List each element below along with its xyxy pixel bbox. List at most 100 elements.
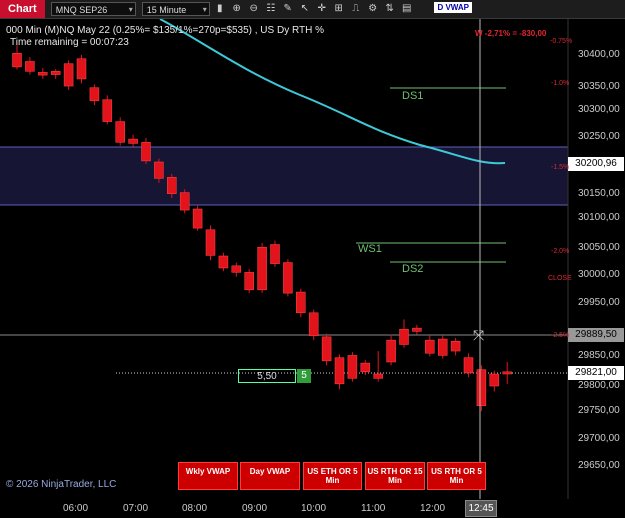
chart-info-line: 000 Min (M)NQ May 22 (0.25%= $135/1%=270…	[6, 25, 325, 36]
chart-tab[interactable]: Chart	[0, 0, 45, 18]
bars-icon[interactable]: ▮	[213, 2, 227, 16]
y-tick: 30400,00	[578, 49, 620, 60]
pct-label: CLOSE	[548, 275, 572, 282]
cursor-icon[interactable]: ↖	[298, 2, 312, 16]
us-rth-or-5-button[interactable]: US RTH OR 5 Min	[427, 462, 486, 490]
y-tick: 29800,00	[578, 380, 620, 391]
candle-body	[244, 272, 254, 291]
candle-body	[50, 71, 61, 75]
data-box-icon[interactable]: ▤	[400, 2, 414, 16]
candle-body	[270, 244, 280, 264]
y-tick: 29700,00	[578, 433, 620, 444]
y-tick: 30050,00	[578, 242, 620, 253]
candle-body	[360, 362, 371, 373]
position-value-box[interactable]: 5,50	[238, 369, 296, 383]
x-tick: 11:00	[361, 503, 386, 514]
chevron-down-icon: ▾	[128, 5, 133, 14]
candle-body	[115, 121, 125, 143]
vwap-price-tag: 30200,96	[568, 157, 624, 171]
pct-label: -1.0%	[551, 80, 570, 87]
candle-body	[308, 312, 319, 337]
candle-body	[283, 262, 293, 294]
candle-body	[463, 357, 474, 374]
instrument-selector[interactable]: MNQ SEP26 ▾	[50, 2, 136, 16]
day-vwap-button[interactable]: Day VWAP	[240, 462, 300, 490]
candle-body	[179, 192, 190, 211]
candle-body	[154, 161, 164, 179]
position-price-tag: 29889,50	[568, 328, 624, 342]
candle-body	[102, 99, 113, 122]
candle-body	[205, 229, 216, 256]
strategies-icon[interactable]: ⚙	[366, 2, 380, 16]
x-tick: 07:00	[123, 503, 149, 514]
price-chart[interactable]: ⤧	[0, 19, 625, 499]
candle-body	[38, 72, 48, 76]
templates-icon[interactable]: ⊞	[332, 2, 346, 16]
pct-label: -2.5%	[551, 332, 570, 339]
vwap-badge[interactable]: D VWAP	[434, 2, 472, 13]
candle-body	[399, 328, 409, 345]
indicators-icon[interactable]: ⎍	[349, 2, 363, 16]
y-tick: 29750,00	[578, 405, 620, 416]
candle-body	[141, 142, 151, 162]
chart-trader-icon[interactable]: ⇅	[383, 2, 397, 16]
x-tick: 10:00	[301, 503, 327, 514]
ds1-label: DS1	[402, 90, 424, 102]
candle-body	[128, 138, 138, 144]
candle-body	[437, 338, 448, 356]
pct-label: -0.75%	[550, 38, 573, 45]
pnl-readout: W -2,71% = -830,00	[475, 29, 547, 38]
crosshair-marker: ⤧	[473, 328, 484, 344]
x-tick: 12:00	[420, 503, 446, 514]
interval-value: 15 Minute	[146, 5, 187, 15]
zoom-out-icon[interactable]: ⊖	[247, 2, 261, 16]
properties-icon[interactable]: ☷	[264, 2, 278, 16]
draw-icon[interactable]: ✎	[281, 2, 295, 16]
pct-label: -2.0%	[551, 248, 570, 255]
interval-selector[interactable]: 15 Minute ▾	[141, 2, 210, 16]
y-tick: 29850,00	[578, 350, 620, 361]
candle-body	[218, 255, 229, 269]
value-area-band	[0, 147, 568, 205]
candle-body	[450, 340, 461, 352]
y-tick: 30300,00	[578, 104, 620, 115]
candle-body	[476, 369, 487, 406]
candle-body	[386, 339, 396, 363]
candle-body	[192, 208, 203, 229]
candle-body	[321, 336, 332, 362]
x-tick: 08:00	[182, 503, 208, 514]
candle-body	[373, 373, 383, 379]
chevron-down-icon: ▾	[202, 5, 207, 14]
time-cursor-tag: 12:45	[465, 500, 497, 517]
us-eth-or-5-button[interactable]: US ETH OR 5 Min	[303, 462, 362, 490]
position-qty-box[interactable]: 5	[297, 369, 311, 383]
y-tick: 30000,00	[578, 269, 620, 280]
copyright-text: © 2026 NinjaTrader, LLC	[6, 479, 117, 490]
instrument-value: MNQ SEP26	[55, 5, 108, 15]
ws1-label: WS1	[358, 243, 382, 255]
candle-body	[412, 327, 422, 332]
y-tick: 30100,00	[578, 212, 620, 223]
vwap-line	[159, 19, 506, 165]
chart-toolbar: Chart MNQ SEP26 ▾ 15 Minute ▾ ▮ ⊕ ⊖ ☷ ✎ …	[0, 0, 625, 19]
y-tick: 30350,00	[578, 81, 620, 92]
candle-body	[347, 355, 358, 379]
wkly-vwap-button[interactable]: Wkly VWAP	[178, 462, 238, 490]
y-tick: 30250,00	[578, 131, 620, 142]
candle-body	[167, 177, 177, 194]
candle-body	[76, 58, 87, 80]
ds2-label: DS2	[402, 263, 424, 275]
us-rth-or-15-button[interactable]: US RTH OR 15 Min	[365, 462, 425, 490]
candle-body	[63, 63, 74, 87]
candle-body	[25, 61, 35, 72]
candle-body	[12, 53, 22, 68]
candle-body	[425, 339, 435, 354]
zoom-in-icon[interactable]: ⊕	[230, 2, 244, 16]
candle-body	[231, 265, 242, 273]
time-remaining: Time remaining = 00:07:23	[10, 37, 129, 48]
candle-body	[89, 87, 100, 102]
x-tick: 06:00	[63, 503, 89, 514]
candle-body	[334, 357, 345, 385]
crosshair-icon[interactable]: ✛	[315, 2, 329, 16]
x-tick: 09:00	[242, 503, 268, 514]
